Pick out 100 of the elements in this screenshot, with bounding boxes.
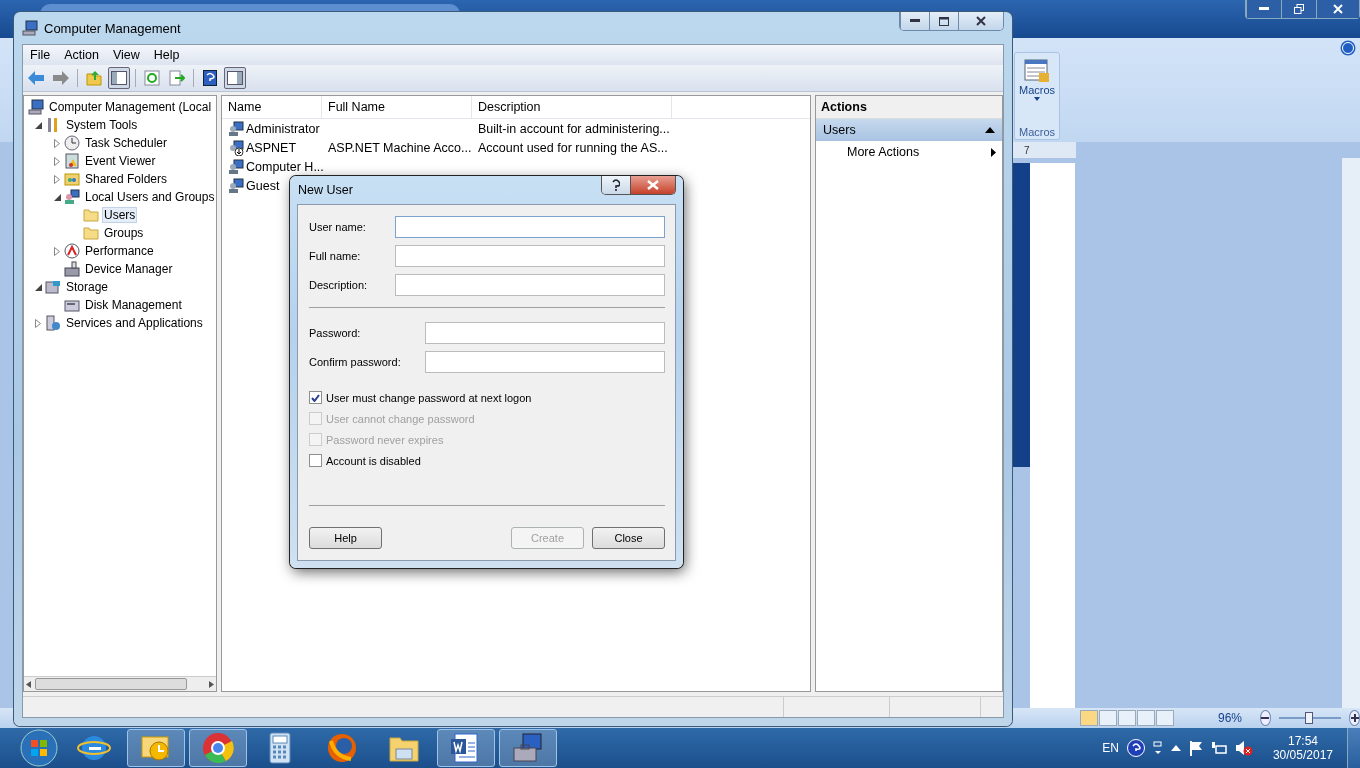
tree-item[interactable]: Services and Applications	[64, 315, 205, 331]
tree-item[interactable]: Storage	[64, 279, 111, 295]
column-header[interactable]: Full Name	[322, 96, 472, 118]
taskbar-app-button[interactable]	[499, 729, 557, 767]
taskbar-app-button[interactable]	[437, 729, 495, 767]
table-cell: Account used for running the AS...	[478, 140, 668, 155]
start-button[interactable]	[20, 729, 60, 767]
dialog-button[interactable]: Close	[592, 527, 665, 549]
storage-icon	[45, 279, 61, 295]
table-cell: ASP.NET Machine Acco...	[328, 140, 472, 155]
device-icon	[64, 261, 80, 277]
minimize-button[interactable]	[1246, 0, 1281, 18]
zoom-out-button[interactable]	[1260, 710, 1271, 726]
close-button[interactable]	[1316, 0, 1359, 18]
close-icon	[976, 16, 986, 26]
table-cell[interactable]: Administrator	[246, 121, 320, 136]
menu-item[interactable]: View	[105, 48, 147, 62]
tree-item[interactable]: Local Users and Groups	[83, 189, 216, 205]
menu-item[interactable]: File	[23, 48, 58, 62]
table-cell[interactable]: Guest	[246, 178, 280, 193]
column-header[interactable]: Name	[222, 96, 322, 118]
help-button[interactable]	[602, 176, 630, 194]
menu-item[interactable]: Action	[57, 48, 106, 62]
checkbox[interactable]	[309, 454, 322, 467]
menu-item[interactable]: Help	[146, 48, 187, 62]
shared-folder-icon	[64, 171, 80, 187]
fox-globe-icon	[325, 731, 359, 765]
horizontal-scrollbar[interactable]	[24, 676, 216, 691]
scroll-left-icon	[26, 680, 31, 688]
checkbox-label: User must change password at next logon	[326, 391, 532, 404]
scrollbar-thumb[interactable]	[35, 678, 187, 690]
field-label: User name:	[309, 221, 366, 233]
help-icon	[203, 70, 217, 86]
zoom-in-button[interactable]	[1349, 710, 1360, 726]
tree-item[interactable]: Disk Management	[83, 297, 184, 313]
taskbar-app-button[interactable]	[127, 729, 185, 767]
checkmark-icon	[311, 393, 320, 402]
minimize-icon	[1259, 7, 1269, 11]
input-field[interactable]	[395, 245, 665, 267]
show-tree-button[interactable]	[108, 67, 130, 89]
input-field[interactable]	[425, 351, 665, 373]
close-icon	[1333, 4, 1343, 14]
checkbox-label: Account is disabled	[326, 454, 421, 467]
user-download-icon	[228, 139, 244, 156]
show-action-pane-button[interactable]	[224, 67, 246, 89]
zoom-slider-thumb[interactable]	[1304, 712, 1313, 724]
input-field[interactable]	[425, 322, 665, 344]
minimize-button[interactable]	[900, 12, 929, 30]
section-label: Users	[823, 123, 856, 137]
checkbox[interactable]	[309, 391, 322, 404]
computer-icon	[28, 99, 44, 115]
refresh-button[interactable]	[141, 67, 163, 89]
user-icon	[228, 120, 244, 137]
input-field[interactable]	[395, 216, 665, 238]
export-list-icon	[169, 70, 185, 86]
start-orb-icon	[20, 729, 58, 767]
computer-icon	[22, 20, 38, 36]
tree-item[interactable]: Device Manager	[83, 261, 175, 277]
tree-item[interactable]: Computer Management (Local	[47, 99, 214, 115]
clock-time[interactable]: 17:54	[1287, 734, 1318, 748]
question-mark-icon	[612, 179, 620, 191]
help-icon	[1126, 739, 1145, 757]
language-indicator[interactable]: EN	[1102, 741, 1119, 755]
vertical-scrollbar[interactable]	[1342, 158, 1360, 708]
dropdown-arrow-icon	[1034, 97, 1040, 101]
expanded-arrow-icon	[34, 283, 42, 291]
folder-icon	[83, 207, 99, 223]
actions-section[interactable]: Users	[816, 119, 1002, 141]
clock-date[interactable]: 30/05/2017	[1272, 748, 1333, 762]
field-label: Full name:	[309, 250, 361, 262]
close-button[interactable]	[630, 176, 675, 194]
tree-item[interactable]: Users	[102, 207, 138, 223]
dialog-button[interactable]: Help	[309, 527, 382, 549]
tree-item[interactable]: Groups	[102, 225, 146, 241]
expanded-arrow-icon	[53, 193, 61, 201]
export-button[interactable]	[166, 67, 188, 89]
restore-icon	[1294, 4, 1304, 14]
windows-restore-icon	[1152, 741, 1163, 755]
computer-toolbox-icon	[511, 731, 545, 765]
maximize-button[interactable]	[929, 12, 958, 30]
table-cell[interactable]: ASPNET	[246, 140, 296, 155]
tree-item[interactable]: System Tools	[64, 117, 140, 133]
action-item[interactable]: More Actions	[816, 141, 1002, 163]
users-icon	[64, 189, 80, 205]
flag-icon	[1188, 740, 1203, 756]
table-cell[interactable]: Computer H...	[246, 159, 324, 174]
column-header[interactable]: Description	[472, 96, 672, 118]
input-field[interactable]	[395, 274, 665, 296]
tree-item[interactable]: Shared Folders	[83, 171, 170, 187]
restore-button[interactable]	[1281, 0, 1316, 18]
taskbar-app-button[interactable]	[189, 729, 247, 767]
group-label: Macros	[1018, 126, 1056, 139]
tree-item[interactable]: Event Viewer	[83, 153, 158, 169]
collapse-triangle-icon	[985, 127, 995, 133]
close-button[interactable]	[958, 12, 1003, 30]
collapsed-arrow-icon	[54, 246, 60, 256]
tree-item[interactable]: Performance	[83, 243, 156, 259]
tree-item[interactable]: Task Scheduler	[83, 135, 170, 151]
table-scroll-icon	[1024, 59, 1050, 83]
macros-button[interactable]: Macros	[1018, 53, 1056, 101]
